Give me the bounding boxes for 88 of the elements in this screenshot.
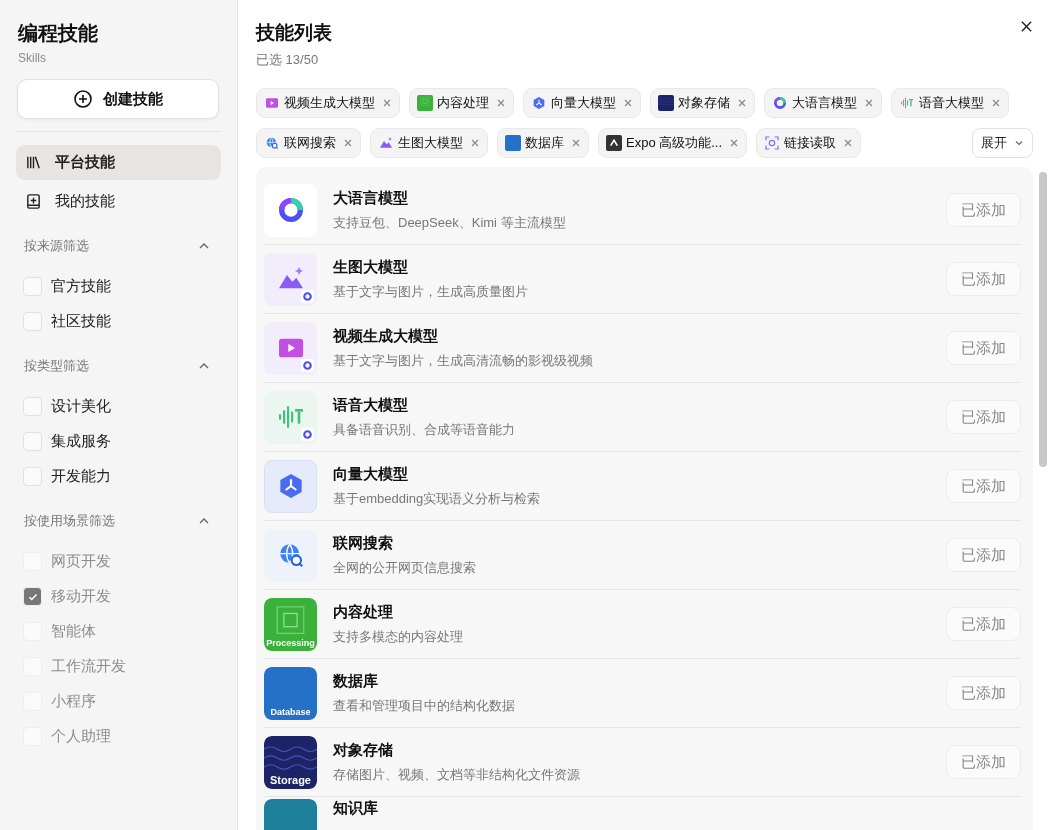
close-icon[interactable] xyxy=(1020,20,1033,33)
squares-icon: Processing xyxy=(264,597,317,651)
nav-label: 我的技能 xyxy=(55,192,115,211)
chip-label: 大语言模型 xyxy=(792,94,857,112)
chip-label: 联网搜索 xyxy=(284,134,336,152)
add-button[interactable]: 已添加 xyxy=(946,676,1021,710)
play-icon xyxy=(264,95,280,111)
book-plus-icon xyxy=(25,193,42,210)
skill-name: 联网搜索 xyxy=(333,533,394,553)
globe-search-icon xyxy=(264,528,317,582)
create-skill-button[interactable]: 创建技能 xyxy=(17,79,219,119)
skill-description: 存储图片、视频、文档等非结构化文件资源 xyxy=(333,765,581,784)
filter-heading: 按来源筛选 xyxy=(24,237,89,255)
add-button[interactable]: 已添加 xyxy=(946,400,1021,434)
chip-label: 内容处理 xyxy=(437,94,489,112)
skill-description: 查看和管理项目中的结构化数据 xyxy=(333,696,516,715)
sidebar-title: 编程技能 xyxy=(17,21,99,46)
library-icon xyxy=(25,154,42,171)
checkbox[interactable] xyxy=(23,312,42,331)
skill-description: 支持多模态的内容处理 xyxy=(333,627,464,646)
storage-icon xyxy=(658,95,674,111)
selected-count: 已选 13/50 xyxy=(256,51,320,69)
mountain-icon xyxy=(264,252,317,306)
skill-description: 具备语音识别、合成等语音能力 xyxy=(333,420,516,439)
checkbox[interactable] xyxy=(23,432,42,451)
mountain-icon xyxy=(378,135,394,151)
skill-name: 内容处理 xyxy=(333,602,394,622)
chip-label: Expo 高级功能... xyxy=(626,134,723,152)
chip-label: 视频生成大模型 xyxy=(284,94,375,112)
skill-name: 语音大模型 xyxy=(333,395,409,415)
filter-option[interactable]: 社区技能 xyxy=(16,304,111,339)
checkbox[interactable] xyxy=(23,397,42,416)
nav-label: 平台技能 xyxy=(55,153,115,172)
skill-description: 基于embedding实现语义分析与检索 xyxy=(333,489,542,508)
skill-name: 向量大模型 xyxy=(333,464,409,484)
database-icon: Database xyxy=(264,666,317,720)
skill-description: 支持豆包、DeepSeek、Kimi 等主流模型 xyxy=(333,213,567,232)
filter-heading: 按使用场景筛选 xyxy=(24,512,115,530)
ring-logo-icon xyxy=(772,95,788,111)
nav-item[interactable]: 我的技能 xyxy=(16,184,221,219)
add-button[interactable]: 已添加 xyxy=(946,538,1021,572)
chip-label: 向量大模型 xyxy=(551,94,616,112)
sound-wave-icon xyxy=(899,95,915,111)
skill-name: 大语言模型 xyxy=(333,188,409,208)
skill-name: 视频生成大模型 xyxy=(333,326,439,346)
chip-label: 对象存储 xyxy=(678,94,730,112)
expand-button[interactable]: 展开 xyxy=(972,128,1033,158)
chip-label: 链接读取 xyxy=(784,134,837,152)
chip-label: 生图大模型 xyxy=(398,134,463,152)
checkbox[interactable] xyxy=(23,467,42,486)
skill-name: 知识库 xyxy=(333,799,379,818)
filter-option[interactable]: 集成服务 xyxy=(16,424,111,459)
filter-option[interactable]: 开发能力 xyxy=(16,459,111,494)
add-button[interactable]: 已添加 xyxy=(946,193,1021,227)
checkbox[interactable] xyxy=(23,277,42,296)
filter-option[interactable]: 设计美化 xyxy=(16,389,111,424)
chip-label: 语音大模型 xyxy=(919,94,984,112)
cube-icon xyxy=(531,95,547,111)
skill-description: 基于文字与图片，生成高质量图片 xyxy=(333,282,529,301)
add-button[interactable]: 已添加 xyxy=(946,469,1021,503)
globe-search-icon xyxy=(264,135,280,151)
skill-description: 全网的公开网页信息搜索 xyxy=(333,558,477,577)
storage-icon: Storage xyxy=(264,735,317,789)
play-icon xyxy=(264,321,317,375)
chevron-down-icon xyxy=(1014,138,1024,148)
plus-circle-icon xyxy=(73,89,93,109)
add-button[interactable]: 已添加 xyxy=(946,331,1021,365)
filter-heading: 按类型筛选 xyxy=(24,357,89,375)
ring-logo-icon xyxy=(264,183,317,237)
sound-wave-icon xyxy=(264,390,317,444)
add-button[interactable]: 已添加 xyxy=(946,745,1021,779)
add-button[interactable]: 已添加 xyxy=(946,262,1021,296)
skill-description: 基于文字与图片，生成高清流畅的影视级视频 xyxy=(333,351,594,370)
scan-icon xyxy=(764,135,781,151)
filter-option[interactable]: 官方技能 xyxy=(16,269,111,304)
scrollbar-thumb[interactable] xyxy=(1039,172,1047,467)
caret-icon xyxy=(606,135,622,151)
chip-label: 数据库 xyxy=(525,134,564,152)
database-icon xyxy=(505,135,521,151)
sidebar-subtitle: Skills xyxy=(18,51,47,65)
cube-icon xyxy=(264,459,317,513)
skill-name: 生图大模型 xyxy=(333,257,409,277)
skill-name: 对象存储 xyxy=(333,740,394,760)
skill-name: 数据库 xyxy=(333,671,379,691)
page-title: 技能列表 xyxy=(256,21,332,45)
squares-icon xyxy=(417,95,433,111)
add-button[interactable]: 已添加 xyxy=(946,607,1021,641)
nav-item[interactable]: 平台技能 xyxy=(16,145,221,180)
